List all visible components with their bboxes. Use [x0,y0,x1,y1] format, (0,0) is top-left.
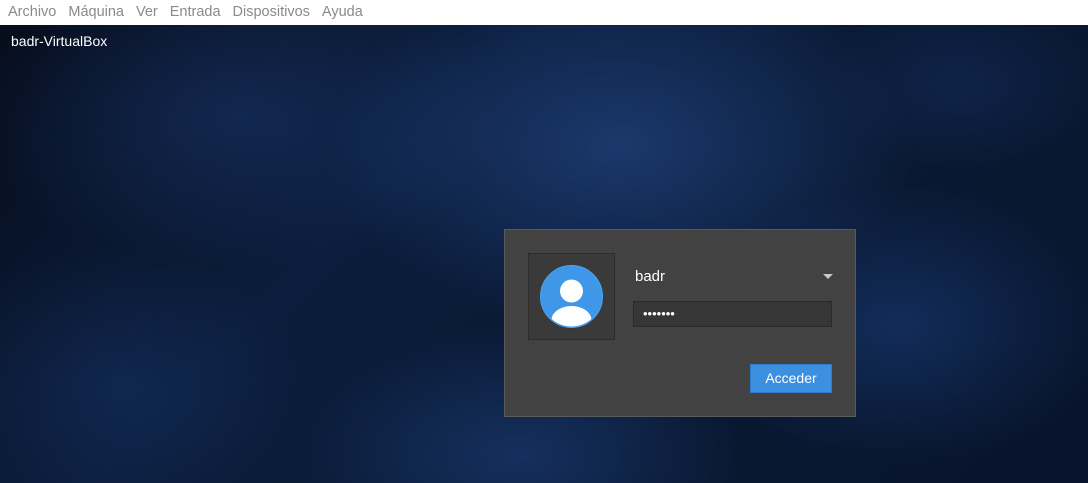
menu-entrada[interactable]: Entrada [164,0,227,25]
menu-dispositivos[interactable]: Dispositivos [227,0,316,25]
user-avatar-icon [540,265,603,329]
menu-ayuda[interactable]: Ayuda [316,0,369,25]
desktop-background: badr-VirtualBox badr ••••••• Acceder [0,25,1088,483]
login-button[interactable]: Acceder [750,364,832,393]
username-label: badr [635,268,666,285]
user-selector[interactable]: badr [633,266,833,288]
login-panel: badr ••••••• Acceder [504,229,856,417]
menu-archivo[interactable]: Archivo [2,0,62,25]
hostname-label: badr-VirtualBox [11,33,108,49]
avatar-frame [528,253,615,340]
menubar: Archivo Máquina Ver Entrada Dispositivos… [0,0,1088,25]
menu-ver[interactable]: Ver [130,0,164,25]
password-input[interactable]: ••••••• [633,301,832,327]
chevron-down-icon[interactable] [823,274,833,279]
menu-maquina[interactable]: Máquina [62,0,130,25]
